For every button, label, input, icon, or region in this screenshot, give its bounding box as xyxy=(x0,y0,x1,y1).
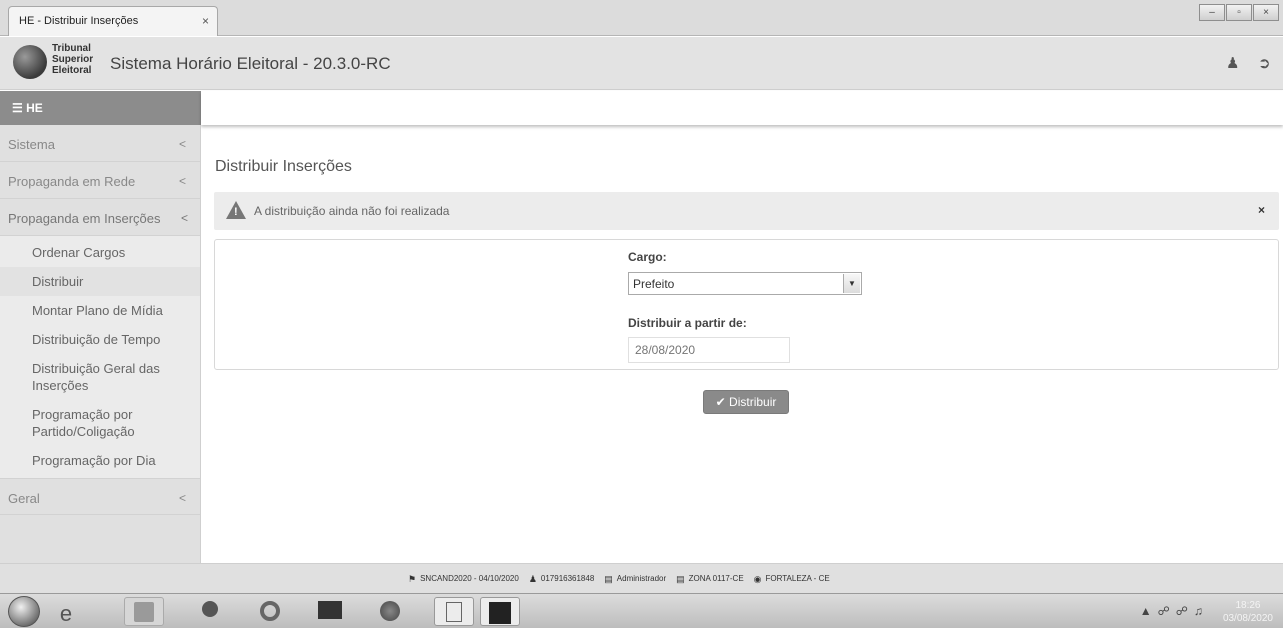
sidebar: Sistema < Propaganda em Rede < Propagand… xyxy=(0,125,201,563)
clock-time: 18:26 xyxy=(1235,600,1261,611)
submenu-distribuicao-geral[interactable]: Distribuição Geral das Inserções xyxy=(0,354,200,400)
list-icon: ▤ xyxy=(604,574,613,584)
start-button[interactable] xyxy=(8,596,40,627)
alert-text: A distribuição ainda não foi realizada xyxy=(254,204,450,218)
status-footer: ⚑ SNCAND2020 - 04/10/2020 ♟ 017916361848 ▤… xyxy=(0,563,1283,593)
top-navbar xyxy=(201,91,1283,125)
close-window-button[interactable]: × xyxy=(1253,4,1279,21)
sidebar-item-propaganda-insercoes[interactable]: Propaganda em Inserções < xyxy=(0,199,200,236)
cargo-label: Cargo: xyxy=(628,250,667,264)
document-icon[interactable] xyxy=(434,597,474,626)
flag-icon: ⚑ xyxy=(408,574,417,584)
user-icon[interactable]: ♟ xyxy=(1226,54,1239,72)
footer-zone: ZONA 0117-CE xyxy=(688,574,744,583)
warning-alert: ! A distribuição ainda não foi realizada… xyxy=(214,192,1279,230)
system-tray: ▲☍☍♫ 18:26 03/08/2020 xyxy=(1140,597,1273,625)
menu-label: HE xyxy=(26,101,43,115)
hamburger-icon: ☰ xyxy=(12,101,23,115)
globe-icon: ◉ xyxy=(753,574,762,584)
page-title: Distribuir Inserções xyxy=(215,158,352,175)
user-icon: ♟ xyxy=(528,574,537,584)
chrome-icon[interactable] xyxy=(250,597,290,626)
app-title: Sistema Horário Eleitoral - 20.3.0-RC xyxy=(110,54,391,73)
sidebar-submenu: Ordenar Cargos Distribuir Montar Plano d… xyxy=(0,236,200,478)
clock[interactable]: 18:26 03/08/2020 xyxy=(1223,599,1273,625)
pdf-icon[interactable] xyxy=(480,597,520,626)
browser-tabbar: HE - Distribuir Inserções × – ▫ × xyxy=(0,0,1283,36)
minimize-button[interactable]: – xyxy=(1199,4,1225,21)
maximize-button[interactable]: ▫ xyxy=(1226,4,1252,21)
media-player-icon[interactable] xyxy=(190,597,230,626)
tab-title: HE - Distribuir Inserções xyxy=(19,15,139,27)
sidebar-item-propaganda-rede[interactable]: Propaganda em Rede < xyxy=(0,162,200,199)
date-input[interactable] xyxy=(628,337,790,363)
logout-icon[interactable]: ➲ xyxy=(1258,54,1271,72)
firefox-icon[interactable] xyxy=(370,597,410,626)
footer-election: SNCAND2020 - 04/10/2020 xyxy=(420,574,519,583)
cargo-select-value: Prefeito xyxy=(633,277,675,291)
monitor-icon[interactable] xyxy=(310,597,350,626)
warning-icon-mark: ! xyxy=(234,206,238,218)
list-icon: ▤ xyxy=(676,574,685,584)
submenu-distribuicao-tempo[interactable]: Distribuição de Tempo xyxy=(0,325,200,354)
footer-city: FORTALEZA - CE xyxy=(765,574,830,583)
ie-icon[interactable]: e xyxy=(46,597,86,626)
sidebar-item-geral[interactable]: Geral < xyxy=(0,478,200,515)
submenu-programacao-partido[interactable]: Programação por Partido/Coligação xyxy=(0,400,200,446)
submenu-ordenar-cargos[interactable]: Ordenar Cargos xyxy=(0,236,200,267)
chevron-left-icon: < xyxy=(178,491,186,505)
os-taskbar: e ▲☍☍♫ 18:26 03/08/2020 xyxy=(0,593,1283,628)
footer-role: Administrador xyxy=(616,574,667,583)
chevron-left-icon: < xyxy=(178,174,186,188)
distribuir-button[interactable]: ✔ Distribuir xyxy=(703,390,789,414)
chevron-left-icon: < xyxy=(178,137,186,151)
distribuir-button-label: Distribuir xyxy=(729,395,777,409)
submenu-distribuir[interactable]: Distribuir xyxy=(0,267,200,296)
sidebar-item-sistema[interactable]: Sistema < xyxy=(0,125,200,162)
chevron-down-icon: ▼ xyxy=(843,274,860,293)
tab-close-icon[interactable]: × xyxy=(202,14,209,28)
submenu-programacao-dia[interactable]: Programação por Dia xyxy=(0,446,200,478)
window-controls: – ▫ × xyxy=(1198,4,1279,21)
clock-date: 03/08/2020 xyxy=(1222,613,1273,624)
chevron-left-icon: < xyxy=(180,211,188,225)
date-label: Distribuir a partir de: xyxy=(628,316,747,330)
explorer-icon[interactable] xyxy=(124,597,164,626)
browser-tab[interactable]: HE - Distribuir Inserções × xyxy=(8,6,218,36)
footer-user-id: 017916361848 xyxy=(540,574,595,583)
menu-toggle[interactable]: ☰ HE xyxy=(0,91,201,125)
check-icon: ✔ xyxy=(715,395,726,409)
tse-logo-text: Tribunal Superior Eleitoral xyxy=(52,43,94,76)
alert-close-icon[interactable]: × xyxy=(1258,203,1265,217)
tray-icons[interactable]: ▲☍☍♫ xyxy=(1140,604,1209,625)
app-header: Tribunal Superior Eleitoral Sistema Horá… xyxy=(0,37,1283,90)
distribution-form: Cargo: Prefeito ▼ Distribuir a partir de… xyxy=(214,239,1279,370)
cargo-select[interactable]: Prefeito ▼ xyxy=(628,272,862,295)
submenu-montar-plano[interactable]: Montar Plano de Mídia xyxy=(0,296,200,325)
tse-logo-icon xyxy=(13,45,47,79)
